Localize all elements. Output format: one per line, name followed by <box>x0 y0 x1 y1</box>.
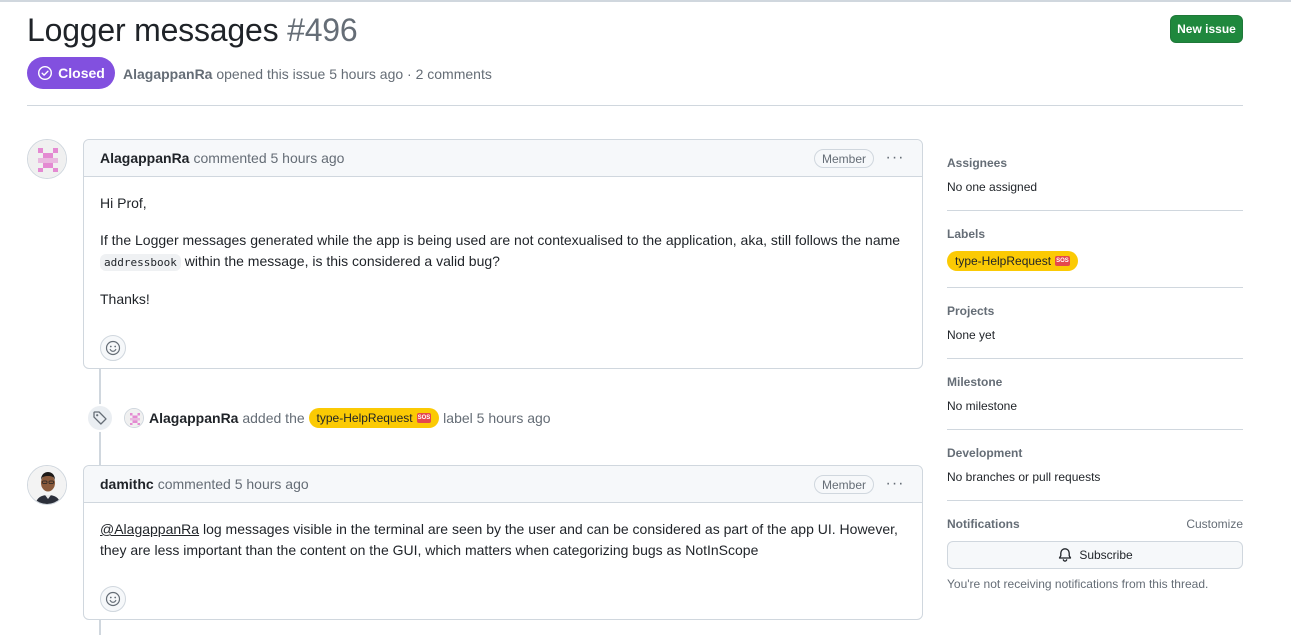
smiley-icon <box>105 591 121 607</box>
projects-heading-text: Projects <box>947 304 995 318</box>
event-verb: added the <box>242 410 305 426</box>
comment-1-greeting: Hi Prof, <box>100 195 147 211</box>
issue-state-label: Closed <box>58 65 105 81</box>
sidebar-label-pill[interactable]: type-HelpRequest SOS <box>947 251 1078 271</box>
issue-title: Logger messages #496 <box>27 12 358 49</box>
labels-heading-text: Labels <box>947 227 986 241</box>
assignees-heading-text: Assignees <box>947 156 1008 170</box>
user-mention-link[interactable]: @AlagappanRa <box>100 521 199 537</box>
comment-1: AlagappanRa commented 5 hours ago Member… <box>83 139 923 369</box>
comment-2: damithc commented 5 hours ago Member ···… <box>83 465 923 620</box>
notifications-heading-text: Notifications <box>947 517 1020 531</box>
add-reaction-button[interactable] <box>100 586 126 612</box>
notification-note: You're not receiving notifications from … <box>947 577 1209 591</box>
label-pill[interactable]: type-HelpRequest SOS <box>308 408 440 428</box>
projects-heading[interactable]: Projects <box>947 304 1243 318</box>
sidebar-development: Development No branches or pull requests <box>947 430 1243 501</box>
user-photo-avatar <box>28 466 66 504</box>
issue-title-text: Logger messages <box>27 12 279 48</box>
more-options-icon[interactable]: ··· <box>884 147 906 169</box>
comment-2-text: @AlagappanRa log messages visible in the… <box>100 519 906 561</box>
assignees-value: No one assigned <box>947 180 1038 194</box>
sidebar-label-text: type-HelpRequest <box>955 254 1052 268</box>
comment-2-timestamp[interactable]: commented 5 hours ago <box>158 476 309 492</box>
avatar-damithc[interactable] <box>27 465 67 505</box>
comment-2-text-body: log messages visible in the terminal are… <box>100 521 898 558</box>
header-divider <box>27 105 1243 106</box>
milestone-heading[interactable]: Milestone <box>947 375 1243 389</box>
notifications-heading: Notifications Customize <box>947 517 1243 531</box>
issue-state-badge: Closed <box>27 57 115 89</box>
milestone-heading-text: Milestone <box>947 375 1003 389</box>
sidebar-milestone: Milestone No milestone <box>947 359 1243 430</box>
assignees-heading[interactable]: Assignees <box>947 156 1243 170</box>
comment-1-closing: Thanks! <box>100 291 150 307</box>
bell-icon <box>1059 548 1072 562</box>
issue-sidebar: Assignees No one assigned Labels type-He… <box>947 140 1243 607</box>
labels-heading[interactable]: Labels <box>947 227 1243 241</box>
top-border <box>0 0 1291 2</box>
tag-icon <box>86 404 114 432</box>
identicon-avatar <box>28 140 66 178</box>
development-heading[interactable]: Development <box>947 446 1243 460</box>
comment-1-question-pre: If the Logger messages generated while t… <box>100 232 901 248</box>
comment-1-timestamp[interactable]: commented 5 hours ago <box>193 150 344 166</box>
sidebar-assignees: Assignees No one assigned <box>947 140 1243 211</box>
comment-1-author[interactable]: AlagappanRa <box>100 150 189 166</box>
label-pill-text: type-HelpRequest <box>316 411 413 425</box>
identicon-avatar <box>125 409 143 427</box>
sos-icon: SOS <box>1055 256 1070 266</box>
subscribe-label: Subscribe <box>1079 548 1133 562</box>
issue-meta-text: opened this issue 5 hours ago · 2 commen… <box>216 66 492 82</box>
event-suffix: label 5 hours ago <box>443 410 551 426</box>
new-issue-button[interactable]: New issue <box>1170 15 1243 43</box>
member-badge: Member <box>813 475 874 494</box>
comment-1-body: Hi Prof, If the Logger messages generate… <box>84 177 922 326</box>
development-value: No branches or pull requests <box>947 470 1101 484</box>
sos-icon: SOS <box>416 413 432 423</box>
milestone-value: No milestone <box>947 399 1018 413</box>
sidebar-labels: Labels type-HelpRequest SOS <box>947 211 1243 288</box>
event-actor[interactable]: AlagappanRa <box>149 410 238 426</box>
subscribe-button[interactable]: Subscribe <box>947 541 1243 569</box>
comment-1-header: AlagappanRa commented 5 hours ago Member… <box>84 140 922 177</box>
check-circle-icon <box>38 65 53 81</box>
comment-2-author[interactable]: damithc <box>100 476 154 492</box>
sidebar-projects: Projects None yet <box>947 288 1243 359</box>
event-avatar[interactable] <box>124 408 144 428</box>
comment-1-question: If the Logger messages generated while t… <box>100 230 906 273</box>
smiley-icon <box>105 340 121 356</box>
add-reaction-button[interactable] <box>100 335 126 361</box>
label-event: AlagappanRa added the type-HelpRequest SO… <box>86 404 551 432</box>
inline-code: addressbook <box>100 254 181 271</box>
development-heading-text: Development <box>947 446 1023 460</box>
customize-link[interactable]: Customize <box>1186 517 1243 531</box>
comment-1-question-post: within the message, is this considered a… <box>184 253 500 269</box>
avatar-alagappanra[interactable] <box>27 139 67 179</box>
issue-author-link[interactable]: AlagappanRa <box>123 66 212 82</box>
more-options-icon[interactable]: ··· <box>884 473 906 495</box>
member-badge: Member <box>813 149 874 168</box>
projects-value: None yet <box>947 328 996 342</box>
comment-2-body: @AlagappanRa log messages visible in the… <box>84 503 922 577</box>
issue-number: #496 <box>287 12 358 48</box>
sidebar-notifications: Notifications Customize Subscribe You're… <box>947 501 1243 607</box>
issue-meta: AlagappanRa opened this issue 5 hours ag… <box>123 66 492 82</box>
comment-2-header: damithc commented 5 hours ago Member ··· <box>84 466 922 503</box>
